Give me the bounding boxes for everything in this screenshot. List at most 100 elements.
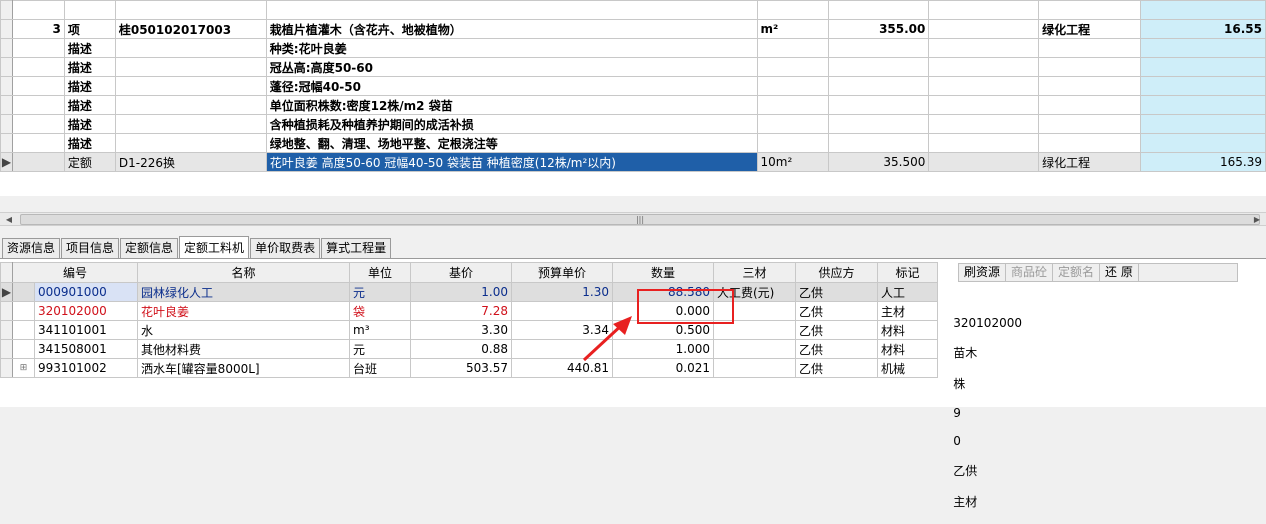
- column-header[interactable]: 基价: [410, 262, 512, 283]
- cell-name[interactable]: 其他材料费: [137, 339, 350, 359]
- cell-code[interactable]: 341508001: [34, 339, 138, 359]
- column-header[interactable]: 三材: [713, 262, 796, 283]
- cell-cat[interactable]: [1038, 38, 1142, 58]
- column-header[interactable]: 单位: [349, 262, 411, 283]
- cell-seq[interactable]: [11, 76, 65, 96]
- cell-empty[interactable]: [928, 57, 1040, 77]
- row-pointer-icon[interactable]: ▶: [0, 152, 13, 172]
- cell-code[interactable]: [114, 38, 267, 58]
- cell-price[interactable]: [1140, 76, 1266, 96]
- tab-project-info[interactable]: 项目信息: [61, 238, 120, 258]
- material-row[interactable]: ⊞ 993101002 洒水车[罐容量8000L] 台班 503.57 440.81 0.0…: [0, 358, 938, 378]
- material-row[interactable]: 341101001 水 m³ 3.30 3.34 0.500 乙供 材料: [0, 320, 938, 340]
- cell-supplier[interactable]: 乙供: [795, 282, 878, 302]
- cell-empty[interactable]: [928, 95, 1040, 115]
- cell-base[interactable]: 0.88: [410, 339, 512, 359]
- cell-qty[interactable]: [828, 0, 930, 20]
- cell-cat[interactable]: 绿化工程: [1038, 19, 1142, 39]
- item-row[interactable]: 描述 绿地整、翻、清理、场地平整、定根浇注等: [0, 133, 1266, 153]
- row-header[interactable]: [0, 133, 13, 153]
- cell-name[interactable]: 园林绿化人工: [137, 282, 350, 302]
- cell-seq[interactable]: [11, 114, 65, 134]
- cell-code[interactable]: [114, 114, 267, 134]
- item-row[interactable]: 描述 蓬径:冠幅40-50: [0, 76, 1266, 96]
- cell-empty[interactable]: [928, 0, 1040, 20]
- cell-name[interactable]: 栽植片植灌木（含花卉、地被植物）: [265, 19, 758, 39]
- cell-code[interactable]: 320102000: [34, 301, 138, 321]
- cell-supplier[interactable]: 乙供: [795, 358, 878, 378]
- row-header[interactable]: [0, 38, 13, 58]
- column-header[interactable]: 标记: [877, 262, 938, 283]
- cell-qty[interactable]: 355.00: [828, 19, 930, 39]
- cell-type[interactable]: 描述: [63, 133, 116, 153]
- cell-name[interactable]: 蓬径:冠幅40-50: [265, 76, 758, 96]
- cell-type[interactable]: 描述: [63, 76, 116, 96]
- tab-unit-price-fee[interactable]: 单价取费表: [250, 238, 321, 258]
- cell-name[interactable]: 洒水车[罐容量8000L]: [137, 358, 350, 378]
- side-resource-row[interactable]: 320102000 苗木 株 9 0 乙供 主材: [938, 302, 1022, 524]
- cell-price[interactable]: 16.55: [1140, 19, 1266, 39]
- cell-unit[interactable]: [756, 57, 830, 77]
- tab-quota-materials[interactable]: 定额工料机: [179, 236, 250, 259]
- cell-type[interactable]: [63, 0, 116, 20]
- cell-qty[interactable]: [828, 57, 930, 77]
- cell-cat[interactable]: [1038, 0, 1142, 20]
- cell-price[interactable]: [1140, 0, 1266, 20]
- column-header[interactable]: 数量: [612, 262, 714, 283]
- cell-unit[interactable]: 袋: [349, 301, 411, 321]
- item-row[interactable]: ▶ 定额 D1-226换 花叶良姜 高度50-60 冠幅40-50 袋装苗 种植密度(…: [0, 152, 1266, 172]
- refresh-resource-button[interactable]: 刷资源: [959, 264, 1007, 281]
- cell-price[interactable]: [1140, 38, 1266, 58]
- cell-qty[interactable]: [828, 133, 930, 153]
- row-header[interactable]: [0, 301, 13, 321]
- cell-name[interactable]: 种类:花叶良姜: [265, 38, 758, 58]
- column-header[interactable]: 名称: [137, 262, 350, 283]
- item-row[interactable]: 描述 单位面积株数:密度12株/m2 袋苗: [0, 95, 1266, 115]
- cell-three[interactable]: [713, 339, 796, 359]
- cell-unit[interactable]: [756, 38, 830, 58]
- cell-name[interactable]: 绿地整、翻、清理、场地平整、定根浇注等: [265, 133, 758, 153]
- cell-unit[interactable]: [756, 0, 830, 20]
- cell-unit[interactable]: m³: [349, 320, 411, 340]
- cell-price[interactable]: [1140, 133, 1266, 153]
- cell-empty[interactable]: [928, 38, 1040, 58]
- row-header[interactable]: [0, 76, 13, 96]
- cell-empty[interactable]: [928, 76, 1040, 96]
- cell-seq[interactable]: [11, 152, 65, 172]
- cell-unit[interactable]: 元: [349, 282, 411, 302]
- cell-unit[interactable]: [756, 95, 830, 115]
- tab-quota-info[interactable]: 定额信息: [120, 238, 179, 258]
- commercial-concrete-button[interactable]: 商品砼: [1006, 264, 1054, 281]
- cell-qty[interactable]: 35.500: [828, 152, 930, 172]
- row-header[interactable]: [0, 19, 13, 39]
- cell-price[interactable]: [1140, 114, 1266, 134]
- cell-base[interactable]: 503.57: [410, 358, 512, 378]
- cell-unit[interactable]: 元: [349, 339, 411, 359]
- cell-seq[interactable]: [11, 0, 65, 20]
- row-header[interactable]: [0, 57, 13, 77]
- row-header[interactable]: [0, 320, 13, 340]
- cell-type[interactable]: 定额: [63, 152, 116, 172]
- cell-cat[interactable]: 绿化工程: [1038, 152, 1142, 172]
- cell-name[interactable]: 水: [137, 320, 350, 340]
- cell-empty[interactable]: [928, 133, 1040, 153]
- cell-empty[interactable]: [928, 152, 1040, 172]
- quota-name-button[interactable]: 定额名: [1053, 264, 1101, 281]
- cell-mark[interactable]: 材料: [877, 320, 938, 340]
- cell-base[interactable]: 1.00: [410, 282, 512, 302]
- cell-unit[interactable]: 10m²: [756, 152, 830, 172]
- cell-code[interactable]: [114, 76, 267, 96]
- column-header[interactable]: 预算单价: [511, 262, 613, 283]
- cell-unit[interactable]: [756, 133, 830, 153]
- horizontal-scrollbar[interactable]: ◀ ||| ▶: [0, 212, 1266, 226]
- cell-unit[interactable]: [756, 114, 830, 134]
- row-header[interactable]: [0, 95, 13, 115]
- cell-code[interactable]: [114, 95, 267, 115]
- row-header[interactable]: [0, 358, 13, 378]
- cell-supplier[interactable]: 乙供: [795, 339, 878, 359]
- material-row[interactable]: 341508001 其他材料费元 0.88 1.000 乙供 材料: [0, 339, 938, 359]
- cell-budget[interactable]: 1.30: [511, 282, 613, 302]
- cell-qty[interactable]: [828, 95, 930, 115]
- cell-price[interactable]: [1140, 95, 1266, 115]
- cell-base[interactable]: 7.28: [410, 301, 512, 321]
